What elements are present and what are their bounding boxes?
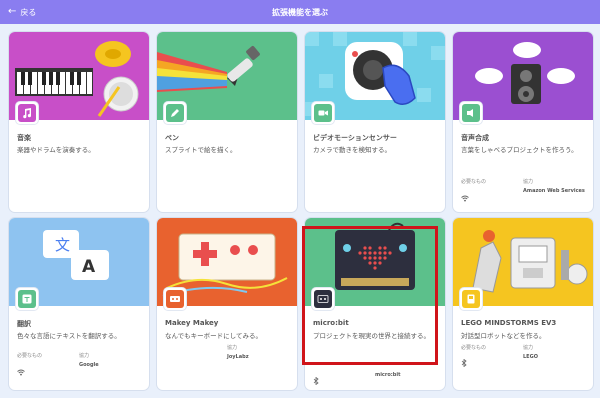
collaborator-name: LEGO <box>523 354 538 360</box>
highlight-box <box>302 226 438 365</box>
extension-card-makey-makey[interactable]: Makey Makey なんでもキーボードにしてみる。 協力 JoyLabz <box>157 218 297 390</box>
extension-description: 対話型ロボットなどを作る。 <box>461 332 546 340</box>
requirements-label: 必要なもの <box>461 179 487 185</box>
collaborator-label: 協力 <box>523 345 534 351</box>
video-camera-icon <box>314 104 332 122</box>
makey-icon-box <box>164 288 186 310</box>
header-bar: ← 戻る 拡張機能を選ぶ <box>0 0 600 24</box>
lego-icon-box <box>460 288 482 310</box>
svg-text:文: 文 <box>55 236 70 254</box>
makey-makey-icon <box>166 290 184 308</box>
extension-name: LEGO MINDSTORMS EV3 <box>461 319 557 327</box>
music-note-icon <box>18 104 36 122</box>
extension-description: 楽器やドラムを演奏する。 <box>17 146 95 154</box>
extension-card-pen[interactable]: ペン スプライトで絵を描く。 <box>157 32 297 212</box>
translate-icon-box <box>16 288 38 310</box>
extension-card-video-sensing[interactable]: ビデオモーションセンサー カメラで動きを検知する。 <box>305 32 445 212</box>
svg-text:A: A <box>82 257 96 277</box>
wifi-icon <box>17 361 25 380</box>
video-icon-box <box>312 102 334 124</box>
pen-icon <box>166 104 184 122</box>
extension-card-lego-ev3[interactable]: LEGO MINDSTORMS EV3 対話型ロボットなどを作る。 必要なもの … <box>453 218 593 390</box>
collaborator-name: Google <box>79 362 99 368</box>
music-icon-box <box>16 102 38 124</box>
translate-icon <box>18 290 36 308</box>
requirements-label: 必要なもの <box>17 353 43 359</box>
collaborator-name: micro:bit <box>375 372 401 378</box>
pen-icon-box <box>164 102 186 124</box>
page-title: 拡張機能を選ぶ <box>272 7 328 17</box>
extension-name: 翻訳 <box>17 320 31 328</box>
extension-description: カメラで動きを検知する。 <box>313 146 391 154</box>
extension-card-music[interactable]: 音楽 楽器やドラムを演奏する。 <box>9 32 149 212</box>
extension-description: なんでもキーボードにしてみる。 <box>165 332 262 340</box>
speech-icon <box>462 104 480 122</box>
wifi-icon <box>461 187 469 206</box>
collaborator-name: Amazon Web Services <box>523 188 585 194</box>
extension-description: 色々な言語にテキストを翻訳する。 <box>17 332 121 340</box>
bluetooth-icon <box>461 352 467 371</box>
extension-name: 音楽 <box>17 134 31 142</box>
extension-card-text-to-speech[interactable]: 音声合成 言葉をしゃべるプロジェクトを作ろう。 必要なもの 協力 Amazon … <box>453 32 593 212</box>
extension-name: Makey Makey <box>165 319 219 327</box>
requirements-label: 必要なもの <box>461 345 487 351</box>
extension-description: 言葉をしゃべるプロジェクトを作ろう。 <box>461 146 578 154</box>
collaborator-label: 協力 <box>523 179 534 185</box>
tts-icon-box <box>460 102 482 124</box>
lego-ev3-icon <box>462 290 480 308</box>
extension-name: 音声合成 <box>461 134 489 142</box>
extension-description: スプライトで絵を描く。 <box>165 146 237 154</box>
collaborator-label: 協力 <box>79 353 90 359</box>
extension-card-translate[interactable]: 文 A 翻訳 色々な言語にテキストを翻訳する。 必要なもの 協力 Google <box>9 218 149 390</box>
collaborator-label: 協力 <box>227 345 238 351</box>
extension-name: ペン <box>165 134 179 142</box>
bluetooth-icon <box>313 370 319 389</box>
collaborator-name: JoyLabz <box>227 354 249 360</box>
extension-name: ビデオモーションセンサー <box>313 134 397 142</box>
